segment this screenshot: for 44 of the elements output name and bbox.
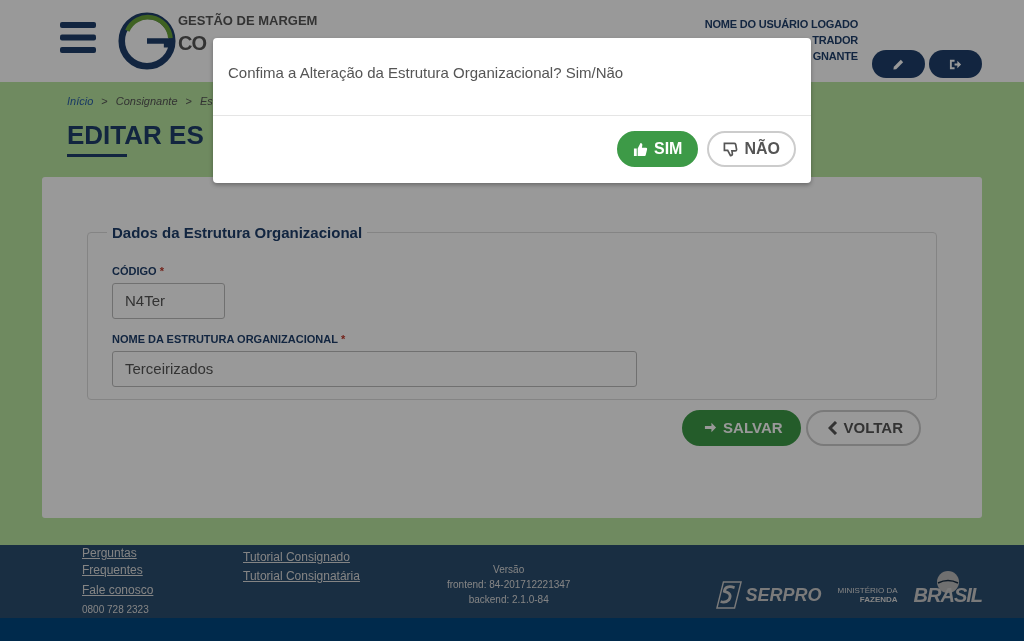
back-button[interactable]: VOLTAR: [805, 409, 921, 446]
thumbs-up-icon: [633, 141, 648, 157]
field-label: NOME DA ESTRUTURA ORGANIZACIONAL *: [112, 332, 346, 345]
yes-button[interactable]: SIM: [617, 131, 699, 167]
footer-link[interactable]: Tutorial Consignatária: [243, 567, 360, 586]
fieldset-legend: Dados da Estrutura Organizacional: [107, 223, 368, 241]
pencil-icon: [892, 57, 905, 71]
page-title: EDITAR ES: [67, 121, 204, 150]
user-info-text: NOME DO USUÁRIO LOGADO: [704, 17, 858, 32]
input-field[interactable]: Terceirizados: [112, 350, 637, 387]
ministry-text: MINISTÉRIO DA: [837, 586, 898, 595]
serpro-logo-icon: [715, 581, 742, 609]
field-label: CÓDIGO *: [112, 264, 164, 277]
user-info-text: TRADOR: [812, 33, 858, 48]
version-text: frontend: 84-201712221347: [446, 578, 571, 592]
version-text: Versão: [493, 563, 525, 577]
logo-icon: [118, 12, 176, 70]
chevron-left-icon: [827, 420, 838, 435]
ministry-text: FAZENDA: [859, 595, 898, 604]
serpro-logo-text: SERPRO: [745, 584, 822, 606]
footer-link[interactable]: Fale conosco: [82, 582, 162, 599]
no-button[interactable]: NÃO: [707, 131, 796, 167]
input-field[interactable]: N4Ter: [112, 282, 225, 319]
sign-out-icon: [949, 57, 962, 71]
footer-link[interactable]: Tutorial Consignado: [243, 548, 360, 567]
logo-title: GESTÃO DE MARGEM: [178, 14, 318, 27]
save-button[interactable]: SALVAR: [682, 409, 801, 446]
breadcrumb-item: Consignante: [115, 95, 178, 107]
edit-button[interactable]: [872, 50, 925, 78]
version-text: backend: 2.1.0-84: [468, 593, 549, 607]
logout-button[interactable]: [929, 50, 982, 78]
logo-subtitle: CO: [178, 33, 208, 53]
brasil-logo-text: BRASIL: [913, 583, 982, 607]
breadcrumb-separator: >: [101, 95, 108, 107]
thumbs-down-icon: [723, 141, 739, 157]
menu-icon[interactable]: [60, 22, 96, 53]
breadcrumb-item: Es: [199, 95, 213, 107]
footer-link[interactable]: Perguntas Frequentes: [82, 545, 162, 579]
dialog-message: Confima a Alteração da Estrutura Organizacional? Sim/Não: [213, 38, 811, 116]
phone-number: 0800 728 2323: [82, 603, 150, 617]
breadcrumb-separator: >: [185, 95, 192, 107]
breadcrumb-link[interactable]: Início: [67, 95, 94, 107]
user-info-text: GNANTE: [812, 49, 858, 64]
arrow-right-icon: [704, 421, 718, 435]
